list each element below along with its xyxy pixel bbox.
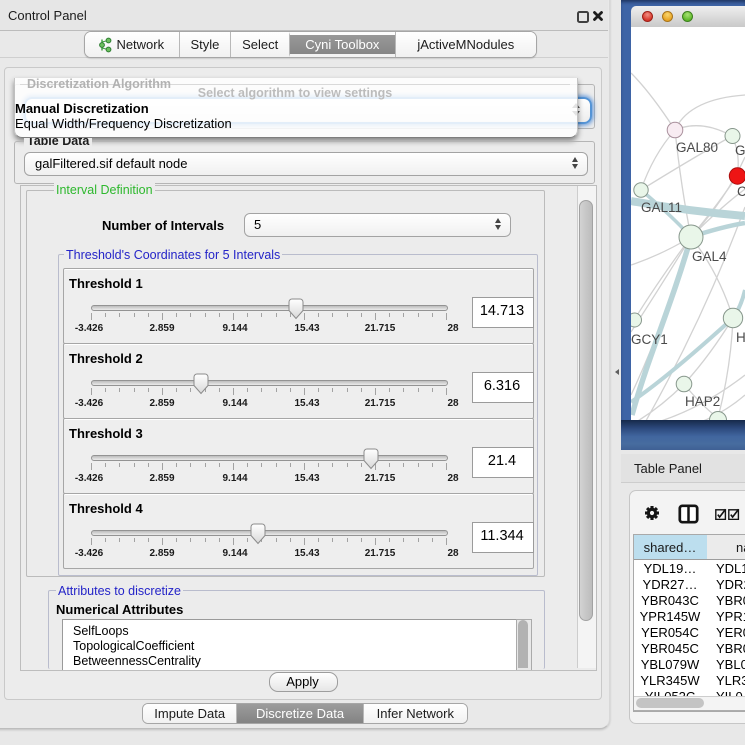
svg-text:H: H [736,330,745,345]
svg-text:C: C [737,184,745,199]
svg-text:GCY1: GCY1 [631,332,668,347]
svg-text:GAL80: GAL80 [676,140,718,155]
svg-text:HAP2: HAP2 [685,394,720,409]
svg-text:GAL11: GAL11 [641,200,682,215]
svg-text:GAL4: GAL4 [692,249,727,264]
svg-text:GA: GA [735,143,745,158]
